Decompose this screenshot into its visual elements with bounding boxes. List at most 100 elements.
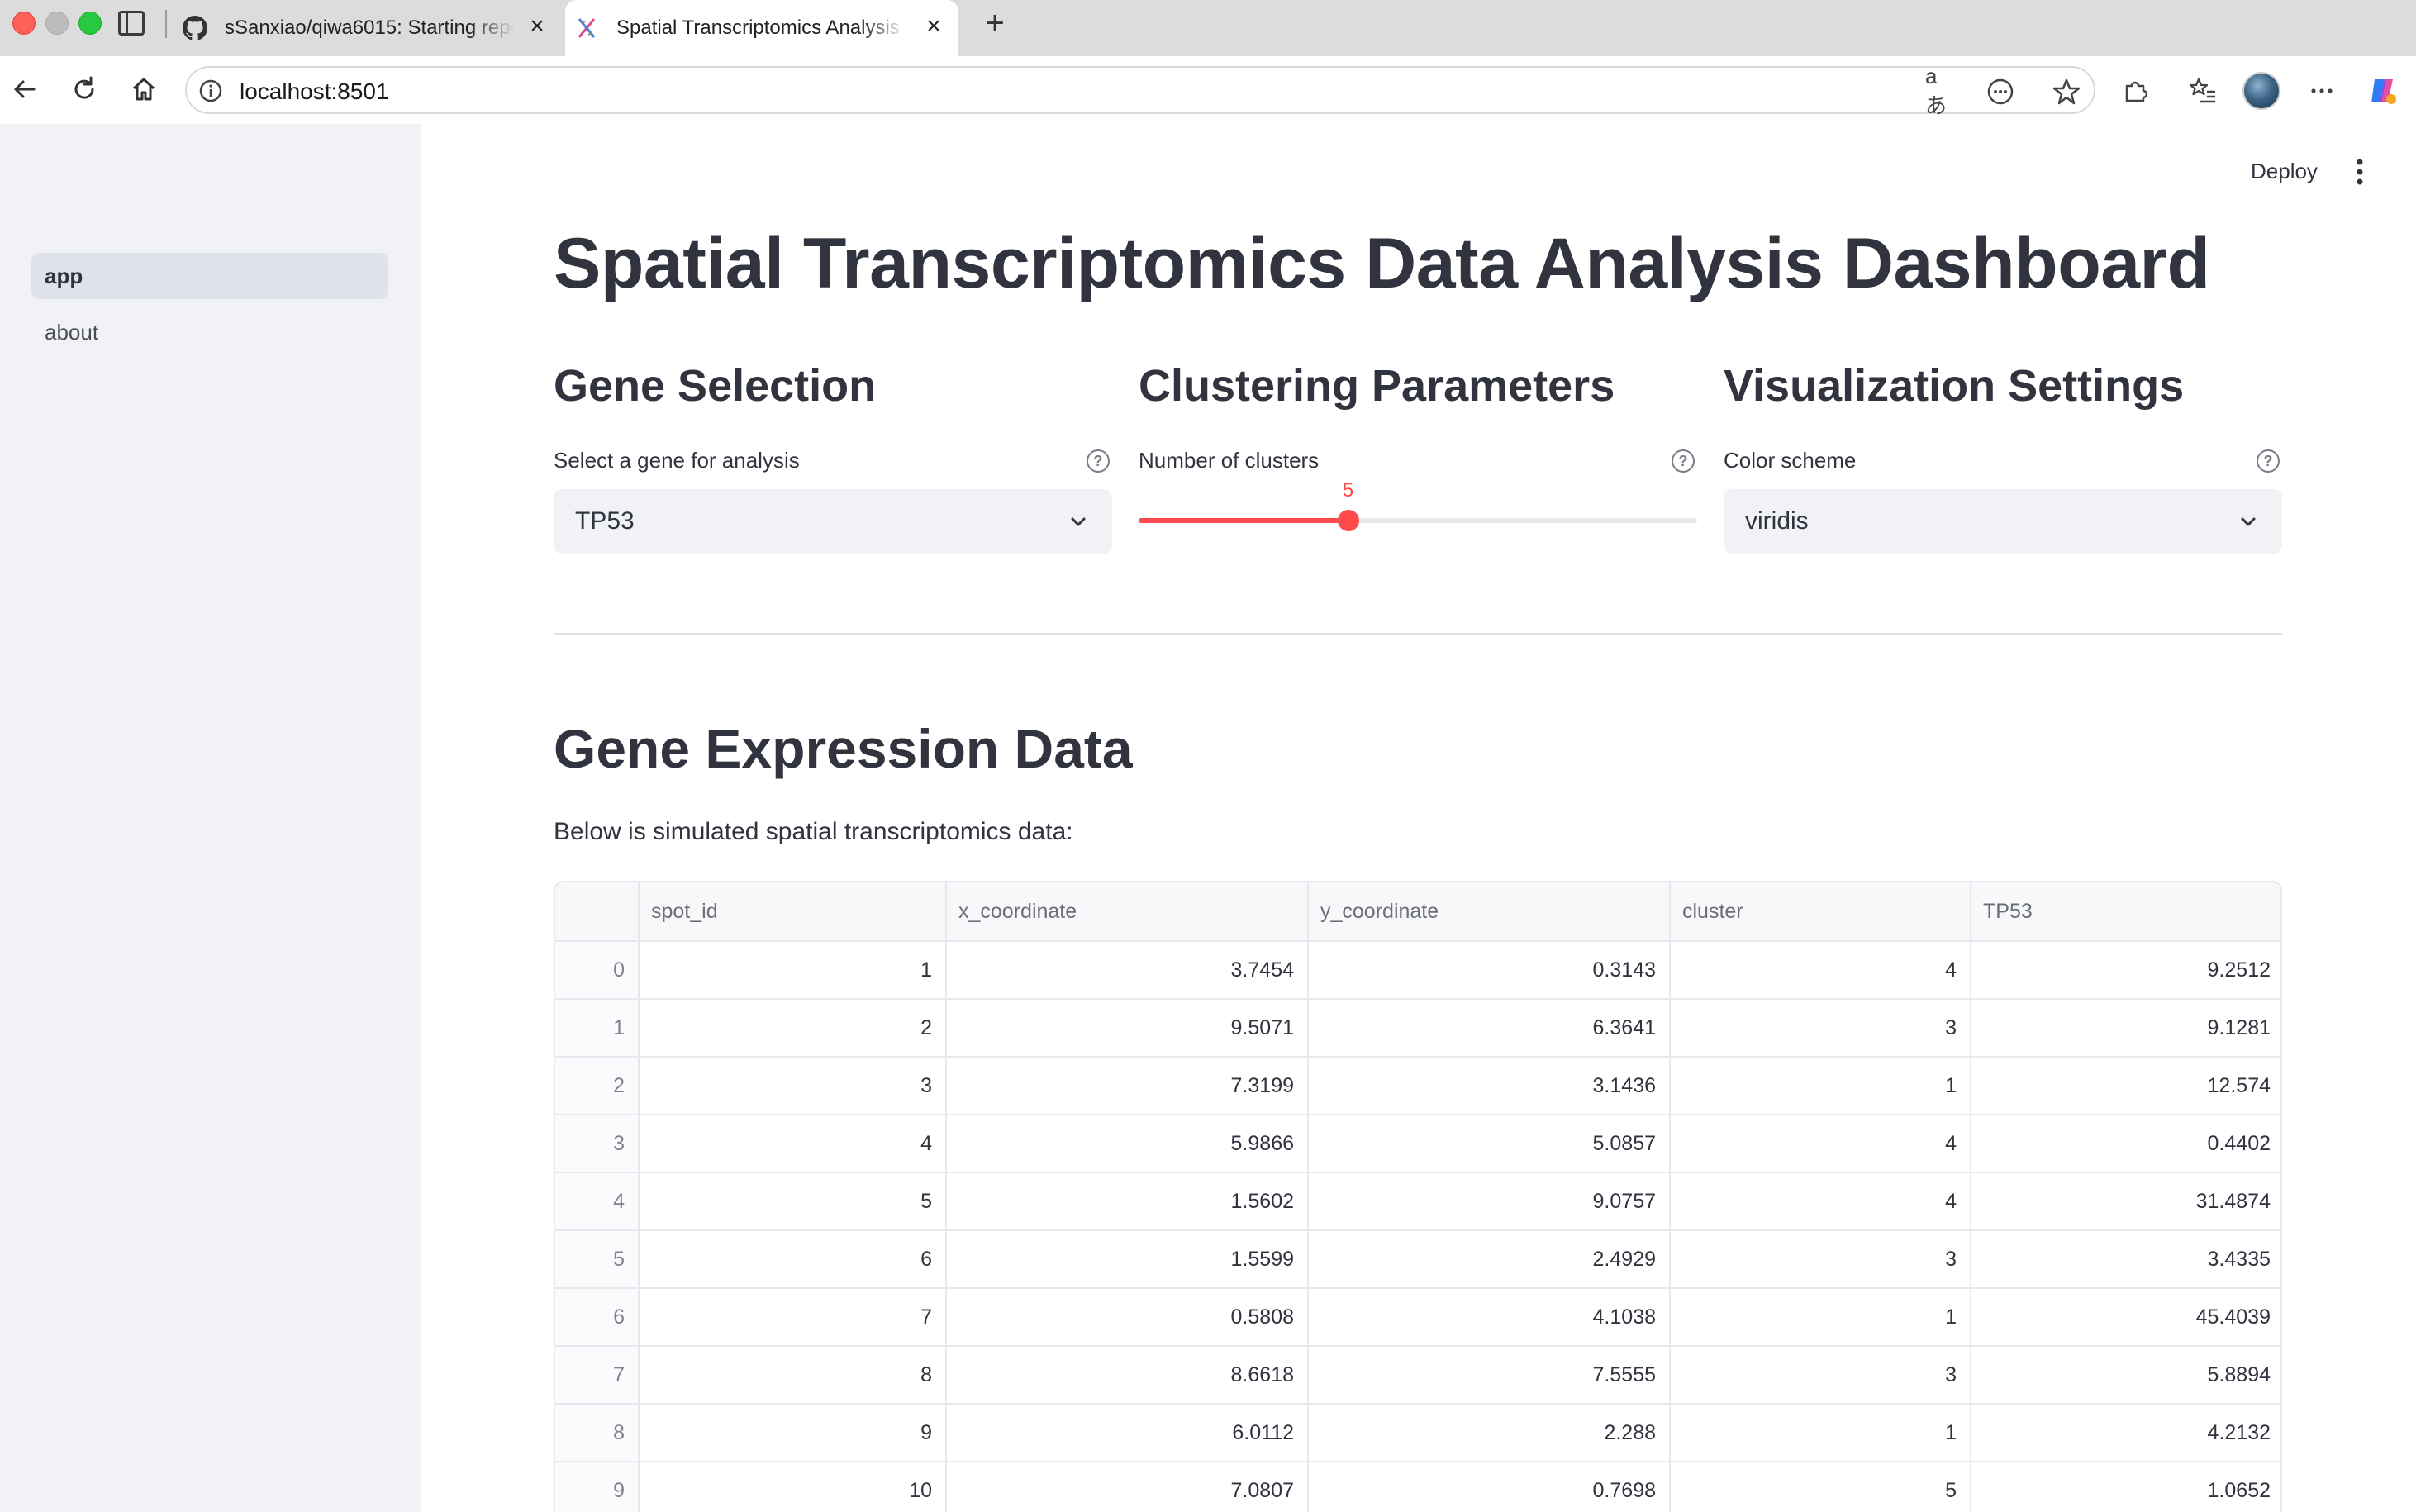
table-cell[interactable]: 5.8894 (1971, 1347, 2280, 1403)
window-close-button[interactable] (12, 12, 36, 35)
deploy-button[interactable]: Deploy (2251, 159, 2318, 184)
gene-expression-table[interactable]: spot_id x_coordinate y_coordinate cluste… (554, 881, 2282, 1512)
close-icon[interactable]: × (524, 13, 550, 40)
table-cell[interactable]: 4 (640, 1115, 947, 1172)
site-info-icon[interactable] (198, 78, 223, 103)
row-index: 3 (555, 1115, 640, 1172)
profile-avatar[interactable] (2242, 72, 2280, 110)
browser-tab-github[interactable]: sSanxiao/qiwa6015: Starting repository × (174, 0, 562, 56)
window-minimize-button[interactable] (45, 12, 69, 35)
table-cell[interactable]: 2 (640, 1000, 947, 1056)
table-cell[interactable]: 1.0652 (1971, 1462, 2280, 1512)
table-cell[interactable]: 3 (1671, 1000, 1971, 1056)
table-cell[interactable]: 5.9866 (947, 1115, 1309, 1172)
table-cell[interactable]: 45.4039 (1971, 1289, 2280, 1345)
address-bar[interactable]: localhost:8501 aあ (185, 64, 2095, 118)
favorite-star-icon[interactable] (2051, 76, 2082, 107)
table-cell[interactable]: 9 (640, 1405, 947, 1461)
table-cell[interactable]: 0.3143 (1309, 942, 1671, 998)
favorites-list-icon[interactable] (2185, 73, 2221, 109)
sidebar-item-app[interactable]: app (31, 253, 388, 299)
new-tab-button[interactable]: + (978, 5, 1011, 41)
table-cell[interactable]: 3.7454 (947, 942, 1309, 998)
table-cell[interactable]: 4.1038 (1309, 1289, 1671, 1345)
table-cell[interactable]: 3.4335 (1971, 1231, 2280, 1287)
table-cell[interactable]: 1 (1671, 1289, 1971, 1345)
column-header[interactable]: cluster (1671, 882, 1971, 940)
more-options-circle-icon[interactable] (1985, 76, 2016, 107)
table-cell[interactable]: 1 (640, 942, 947, 998)
extensions-icon[interactable] (2117, 73, 2153, 109)
url-text: localhost:8501 (240, 78, 389, 104)
row-index: 4 (555, 1173, 640, 1229)
table-cell[interactable]: 7 (640, 1289, 947, 1345)
table-cell[interactable]: 12.574 (1971, 1058, 2280, 1114)
gene-select-label: Select a gene for analysis (554, 448, 800, 473)
gene-select[interactable]: TP53 (554, 489, 1112, 554)
browser-tab-dashboard[interactable]: Spatial Transcriptomics Analysis × (565, 0, 958, 56)
dna-icon (573, 15, 600, 41)
slider-thumb[interactable] (1337, 510, 1359, 531)
tab-divider (165, 10, 167, 38)
table-cell[interactable]: 0.7698 (1309, 1462, 1671, 1512)
close-icon[interactable]: × (920, 13, 947, 40)
table-cell[interactable]: 31.4874 (1971, 1173, 2280, 1229)
clusters-slider-label: Number of clusters (1139, 448, 1320, 473)
table-cell[interactable]: 3 (1671, 1347, 1971, 1403)
column-header[interactable]: y_coordinate (1309, 882, 1671, 940)
table-cell[interactable]: 2.4929 (1309, 1231, 1671, 1287)
table-cell[interactable]: 3 (1671, 1231, 1971, 1287)
table-cell[interactable]: 7.0807 (947, 1462, 1309, 1512)
table-cell[interactable]: 10 (640, 1462, 947, 1512)
help-icon[interactable]: ? (2257, 449, 2280, 473)
back-arrow-icon[interactable] (7, 71, 43, 107)
clusters-slider[interactable] (1139, 510, 1697, 531)
table-cell[interactable]: 0.4402 (1971, 1115, 2280, 1172)
table-cell[interactable]: 1.5602 (947, 1173, 1309, 1229)
table-cell[interactable]: 5 (1671, 1462, 1971, 1512)
browser-menu-icon[interactable] (2304, 73, 2340, 109)
table-cell[interactable]: 6.3641 (1309, 1000, 1671, 1056)
translate-icon[interactable]: aあ (1925, 64, 1957, 118)
table-row: 2 3 7.3199 3.1436 1 12.574 (555, 1058, 2280, 1115)
row-index: 9 (555, 1462, 640, 1512)
home-icon[interactable] (126, 71, 162, 107)
column-header[interactable]: TP53 (1971, 882, 2280, 940)
browser-sidebar-toggle-icon[interactable] (118, 11, 145, 36)
table-cell[interactable]: 9.5071 (947, 1000, 1309, 1056)
column-header[interactable]: spot_id (640, 882, 947, 940)
table-cell[interactable]: 1.5599 (947, 1231, 1309, 1287)
color-scheme-select[interactable]: viridis (1724, 489, 2282, 554)
table-cell[interactable]: 8 (640, 1347, 947, 1403)
table-cell[interactable]: 9.1281 (1971, 1000, 2280, 1056)
table-cell[interactable]: 4 (1671, 1115, 1971, 1172)
copilot-icon[interactable] (2365, 73, 2401, 109)
github-icon (182, 15, 208, 41)
table-cell[interactable]: 7.5555 (1309, 1347, 1671, 1403)
app-menu-icon[interactable] (2352, 155, 2368, 188)
help-icon[interactable]: ? (1087, 449, 1110, 473)
table-cell[interactable]: 3 (640, 1058, 947, 1114)
table-cell[interactable]: 4.2132 (1971, 1405, 2280, 1461)
reload-icon[interactable] (66, 71, 102, 107)
table-cell[interactable]: 9.0757 (1309, 1173, 1671, 1229)
help-icon[interactable]: ? (1672, 449, 1695, 473)
table-cell[interactable]: 6.0112 (947, 1405, 1309, 1461)
table-cell[interactable]: 9.2512 (1971, 942, 2280, 998)
table-cell[interactable]: 5 (640, 1173, 947, 1229)
window-maximize-button[interactable] (78, 12, 102, 35)
table-cell[interactable]: 1 (1671, 1058, 1971, 1114)
column-header[interactable]: x_coordinate (947, 882, 1309, 940)
expression-description: Below is simulated spatial transcriptomi… (554, 818, 1073, 845)
table-cell[interactable]: 1 (1671, 1405, 1971, 1461)
table-cell[interactable]: 2.288 (1309, 1405, 1671, 1461)
table-cell[interactable]: 3.1436 (1309, 1058, 1671, 1114)
table-cell[interactable]: 4 (1671, 942, 1971, 998)
table-cell[interactable]: 5.0857 (1309, 1115, 1671, 1172)
table-cell[interactable]: 8.6618 (947, 1347, 1309, 1403)
table-cell[interactable]: 4 (1671, 1173, 1971, 1229)
table-cell[interactable]: 0.5808 (947, 1289, 1309, 1345)
table-cell[interactable]: 7.3199 (947, 1058, 1309, 1114)
table-cell[interactable]: 6 (640, 1231, 947, 1287)
sidebar-item-about[interactable]: about (31, 309, 388, 355)
